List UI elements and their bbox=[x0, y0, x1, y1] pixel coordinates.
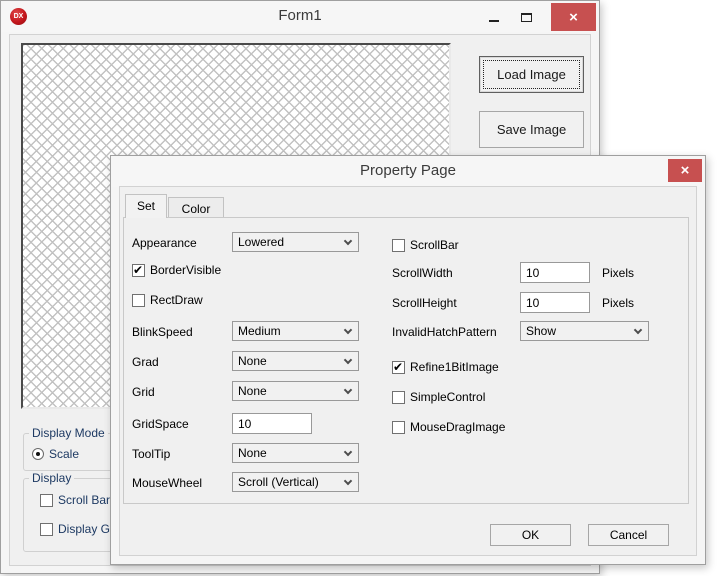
display-group-caption: Display bbox=[29, 471, 74, 485]
radio-icon bbox=[32, 448, 44, 460]
form1-titlebar[interactable]: DX Form1 × bbox=[1, 1, 599, 32]
scroll-bar-property-label: ScrollBar bbox=[410, 238, 459, 252]
close-icon: × bbox=[569, 10, 578, 25]
simple-control-checkbox[interactable]: SimpleControl bbox=[392, 390, 485, 404]
scale-radio-label: Scale bbox=[49, 447, 79, 461]
appearance-dropdown[interactable]: Lowered bbox=[232, 232, 359, 252]
scroll-height-unit: Pixels bbox=[602, 296, 634, 310]
checkbox-icon bbox=[132, 294, 145, 307]
checkbox-icon bbox=[392, 391, 405, 404]
mouse-drag-image-checkbox[interactable]: MouseDragImage bbox=[392, 420, 505, 434]
tab-color[interactable]: Color bbox=[168, 197, 224, 217]
simple-control-label: SimpleControl bbox=[410, 390, 485, 404]
display-mode-group-caption: Display Mode bbox=[29, 426, 108, 440]
dialog-titlebar[interactable]: Property Page × bbox=[111, 156, 705, 187]
close-icon: × bbox=[681, 163, 690, 178]
maximize-icon bbox=[521, 13, 532, 22]
minimize-icon bbox=[489, 20, 499, 22]
checkbox-icon bbox=[132, 264, 145, 277]
scroll-bar-checkbox[interactable]: Scroll Bar bbox=[40, 493, 110, 507]
form1-close-button[interactable]: × bbox=[551, 3, 596, 31]
tab-set[interactable]: Set bbox=[125, 194, 167, 218]
appearance-label: Appearance bbox=[132, 236, 197, 250]
set-tab-page: Appearance Lowered BorderVisible RectDra… bbox=[123, 217, 689, 504]
ok-button[interactable]: OK bbox=[490, 524, 571, 546]
scroll-width-input[interactable] bbox=[520, 262, 590, 283]
save-image-button[interactable]: Save Image bbox=[479, 111, 584, 148]
dialog-title: Property Page bbox=[111, 162, 705, 179]
blink-speed-dropdown[interactable]: Medium bbox=[232, 321, 359, 341]
maximize-button[interactable] bbox=[510, 3, 542, 31]
grad-value: None bbox=[233, 352, 358, 370]
checkbox-icon bbox=[40, 494, 53, 507]
grid-space-input[interactable] bbox=[232, 413, 312, 434]
blink-speed-label: BlinkSpeed bbox=[132, 325, 193, 339]
appearance-value: Lowered bbox=[233, 233, 358, 251]
grad-label: Grad bbox=[132, 355, 159, 369]
scroll-bar-property-checkbox[interactable]: ScrollBar bbox=[392, 238, 459, 252]
mouse-wheel-label: MouseWheel bbox=[132, 476, 202, 490]
invalid-hatch-pattern-dropdown[interactable]: Show bbox=[520, 321, 649, 341]
tool-tip-value: None bbox=[233, 444, 358, 462]
cancel-button[interactable]: Cancel bbox=[588, 524, 669, 546]
property-page-dialog: Property Page × Set Color Appearance Low… bbox=[110, 155, 706, 565]
grid-value: None bbox=[233, 382, 358, 400]
grid-dropdown[interactable]: None bbox=[232, 381, 359, 401]
scale-radio[interactable]: Scale bbox=[32, 447, 79, 461]
refine-1bit-image-checkbox[interactable]: Refine1BitImage bbox=[392, 360, 499, 374]
blink-speed-value: Medium bbox=[233, 322, 358, 340]
invalid-hatch-pattern-label: InvalidHatchPattern bbox=[392, 325, 497, 339]
rect-draw-label: RectDraw bbox=[150, 293, 203, 307]
scroll-bar-checkbox-label: Scroll Bar bbox=[58, 493, 110, 507]
desktop: DX Form1 × Load Image Save Image Display… bbox=[0, 0, 717, 576]
mouse-wheel-dropdown[interactable]: Scroll (Vertical) bbox=[232, 472, 359, 492]
grad-dropdown[interactable]: None bbox=[232, 351, 359, 371]
scroll-width-unit: Pixels bbox=[602, 266, 634, 280]
scroll-height-input[interactable] bbox=[520, 292, 590, 313]
mouse-drag-image-label: MouseDragImage bbox=[410, 420, 505, 434]
checkbox-icon bbox=[392, 361, 405, 374]
checkbox-icon bbox=[40, 523, 53, 536]
refine-1bit-image-label: Refine1BitImage bbox=[410, 360, 499, 374]
mouse-wheel-value: Scroll (Vertical) bbox=[233, 473, 358, 491]
dialog-close-button[interactable]: × bbox=[668, 159, 702, 182]
display-grid-checkbox[interactable]: Display G bbox=[40, 522, 110, 536]
checkbox-icon bbox=[392, 421, 405, 434]
border-visible-checkbox[interactable]: BorderVisible bbox=[132, 263, 221, 277]
grid-label: Grid bbox=[132, 385, 155, 399]
tool-tip-dropdown[interactable]: None bbox=[232, 443, 359, 463]
rect-draw-checkbox[interactable]: RectDraw bbox=[132, 293, 203, 307]
minimize-button[interactable] bbox=[479, 3, 509, 31]
display-grid-checkbox-label: Display G bbox=[58, 522, 110, 536]
border-visible-label: BorderVisible bbox=[150, 263, 221, 277]
grid-space-label: GridSpace bbox=[132, 417, 189, 431]
tool-tip-label: ToolTip bbox=[132, 447, 170, 461]
load-image-button[interactable]: Load Image bbox=[479, 56, 584, 93]
scroll-width-label: ScrollWidth bbox=[392, 266, 453, 280]
checkbox-icon bbox=[392, 239, 405, 252]
invalid-hatch-pattern-value: Show bbox=[521, 322, 648, 340]
scroll-height-label: ScrollHeight bbox=[392, 296, 457, 310]
